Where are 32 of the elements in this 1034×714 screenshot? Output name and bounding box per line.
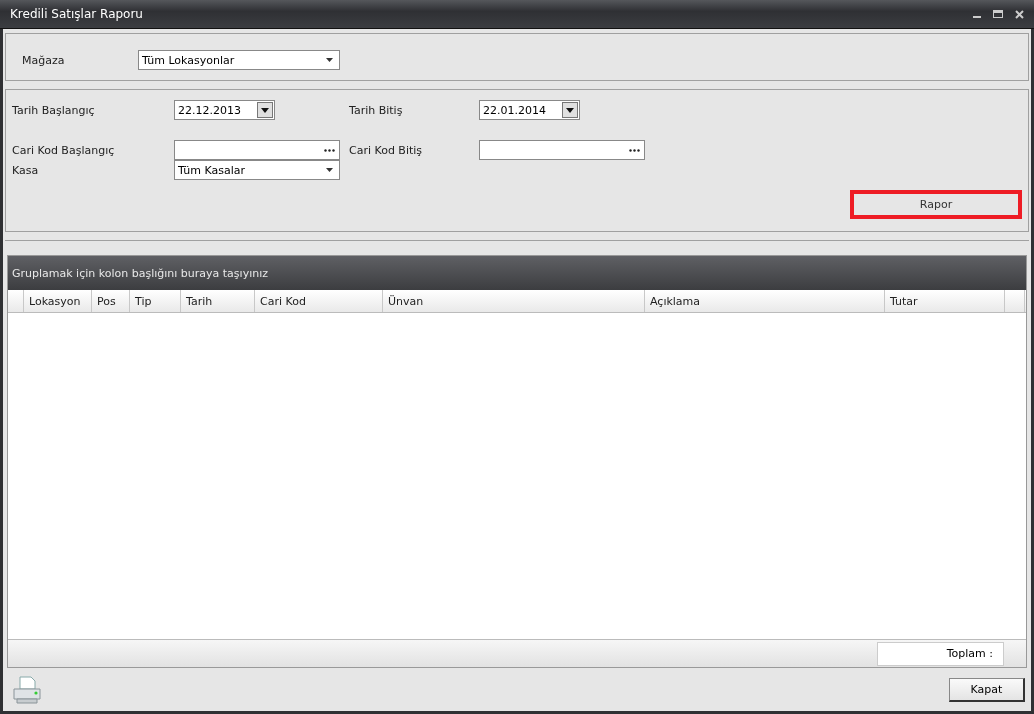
column-header[interactable]: Cari Kod bbox=[255, 290, 383, 312]
dropdown-arrow-icon bbox=[326, 58, 333, 62]
ellipsis-icon bbox=[629, 148, 640, 152]
column-header[interactable]: Lokasyon bbox=[24, 290, 92, 312]
dropdown-button-icon[interactable] bbox=[257, 102, 273, 118]
column-header[interactable]: Tutar bbox=[885, 290, 1005, 312]
lookup-field[interactable] bbox=[174, 140, 340, 160]
report-button[interactable]: Rapor bbox=[850, 190, 1022, 219]
date-field[interactable]: 22.12.2013 bbox=[174, 100, 275, 120]
window-title: Kredili Satışlar Raporu bbox=[10, 7, 144, 21]
dropdown-arrow-icon bbox=[326, 168, 333, 172]
field-label: Cari Kod Başlangıç bbox=[12, 143, 116, 157]
field-label: Tarih Başlangıç bbox=[12, 103, 96, 117]
ellipsis-icon bbox=[324, 148, 335, 152]
group-hint: Gruplamak için kolon başlığını buraya taşıyınız bbox=[12, 266, 268, 280]
total-label: Toplam : bbox=[877, 641, 1004, 666]
column-header[interactable]: Ünvan bbox=[383, 290, 645, 312]
column-header[interactable]: Tip bbox=[130, 290, 181, 312]
date-field[interactable]: 22.01.2014 bbox=[479, 100, 580, 120]
column-header[interactable]: Pos bbox=[92, 290, 130, 312]
column-header[interactable]: Açıklama bbox=[645, 290, 885, 312]
close-icon[interactable] bbox=[1015, 9, 1024, 19]
field-label: Cari Kod Bitiş bbox=[349, 143, 424, 157]
column-header[interactable]: Tarih bbox=[181, 290, 255, 312]
lookup-field[interactable] bbox=[479, 140, 645, 160]
dropdown-field[interactable]: Tüm Kasalar bbox=[174, 160, 340, 180]
field-label: Kasa bbox=[12, 163, 40, 177]
maximize-icon[interactable] bbox=[993, 10, 1003, 18]
dropdown-field[interactable]: Tüm Lokasyonlar bbox=[138, 50, 340, 70]
dropdown-button-icon[interactable] bbox=[562, 102, 578, 118]
close-button[interactable]: Kapat bbox=[949, 677, 1025, 702]
field-label: Mağaza bbox=[22, 53, 66, 67]
